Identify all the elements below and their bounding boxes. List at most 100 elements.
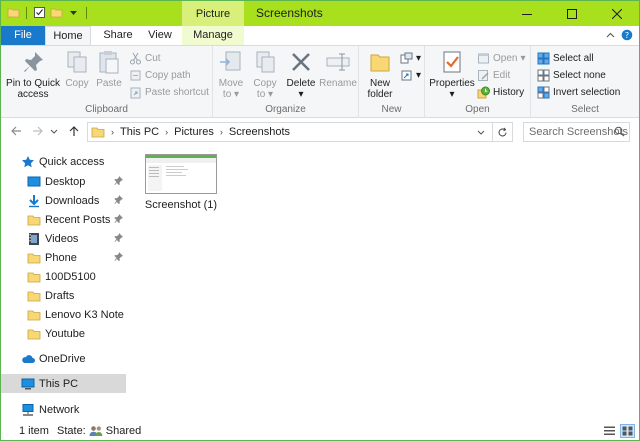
new-group: New folder ▾ ▾ New xyxy=(359,46,425,118)
nav-item-100d5100[interactable]: 100D5100 xyxy=(1,267,126,286)
large-icons-view-button[interactable] xyxy=(620,424,635,438)
select-group-label: Select xyxy=(571,104,599,115)
new-folder-icon[interactable] xyxy=(50,6,63,19)
ribbon-controls: ? xyxy=(606,29,633,41)
customize-dropdown-icon[interactable] xyxy=(67,6,80,19)
breadcrumb-pictures[interactable]: Pictures xyxy=(174,126,214,138)
cut-button[interactable]: Cut xyxy=(129,50,161,66)
copy-path-button[interactable]: Copy path xyxy=(129,67,191,83)
tab-file[interactable]: File xyxy=(1,26,45,45)
nav-quick-access[interactable]: Quick access xyxy=(1,152,126,171)
back-button[interactable] xyxy=(9,124,23,138)
minimize-button[interactable] xyxy=(504,1,549,26)
screenshot-preview-graphic xyxy=(146,155,216,191)
select-none-button[interactable]: Select none xyxy=(537,67,606,83)
tab-view[interactable]: View xyxy=(141,26,179,45)
paste-label: Paste xyxy=(96,78,122,89)
recent-locations-button[interactable] xyxy=(49,124,59,138)
file-name: Screenshot (1) xyxy=(144,199,218,211)
nav-label: Videos xyxy=(45,232,79,245)
nav-item-youtube[interactable]: Youtube xyxy=(1,324,126,343)
copy-to-button[interactable]: Copy to ▾ xyxy=(249,49,281,100)
breadcrumb-this-pc[interactable]: This PC xyxy=(120,126,159,138)
nav-label: Phone xyxy=(45,251,77,264)
copy-button[interactable]: Copy xyxy=(63,49,91,89)
pin-icon[interactable] xyxy=(114,195,123,204)
close-button[interactable] xyxy=(594,1,639,26)
open-icon xyxy=(478,53,489,63)
star-icon xyxy=(22,155,34,167)
move-to-label-line1: Move xyxy=(218,78,244,89)
search-icon xyxy=(614,126,625,137)
properties-button[interactable]: Properties ▾ xyxy=(429,49,475,100)
tab-manage[interactable]: Manage xyxy=(182,26,244,45)
dropdown-arrow-icon: ▾ xyxy=(298,89,304,100)
nav-item-desktop[interactable]: Desktop xyxy=(1,172,126,191)
invert-selection-label: Invert selection xyxy=(553,86,621,98)
easy-access-icon xyxy=(401,70,412,80)
state-label: State: xyxy=(57,425,86,437)
forward-button[interactable] xyxy=(31,124,45,138)
tab-home[interactable]: Home xyxy=(45,26,91,46)
delete-button[interactable]: Delete ▾ xyxy=(285,49,317,100)
collapse-ribbon-icon[interactable] xyxy=(606,31,615,40)
paste-button[interactable]: Paste xyxy=(94,49,124,89)
history-icon xyxy=(477,86,490,98)
nav-item-downloads[interactable]: Downloads xyxy=(1,191,126,210)
properties-check-icon[interactable] xyxy=(33,6,46,19)
breadcrumb-separator-icon: › xyxy=(165,127,169,137)
rename-button[interactable]: Rename xyxy=(319,49,357,89)
folder-icon xyxy=(91,127,105,138)
folder-icon[interactable] xyxy=(7,6,20,19)
nav-item-drafts[interactable]: Drafts xyxy=(1,286,126,305)
up-button[interactable] xyxy=(67,124,81,138)
address-bar[interactable]: › This PC › Pictures › Screenshots xyxy=(87,122,513,142)
invert-selection-button[interactable]: Invert selection xyxy=(537,84,620,100)
pin-icon[interactable] xyxy=(114,252,123,261)
select-all-button[interactable]: Select all xyxy=(537,50,594,66)
nav-item-videos[interactable]: Videos xyxy=(1,229,126,248)
file-item[interactable]: Screenshot (1) xyxy=(144,154,218,211)
new-item-button[interactable]: ▾ xyxy=(400,50,421,66)
pin-to-quick-access-button[interactable]: Pin to Quick access xyxy=(5,49,61,100)
pin-icon[interactable] xyxy=(114,214,123,223)
history-label: History xyxy=(493,86,525,98)
nav-item-lenovo-k3-note[interactable]: Lenovo K3 Note xyxy=(1,305,126,324)
details-view-button[interactable] xyxy=(602,424,617,438)
history-button[interactable]: History xyxy=(477,84,524,100)
nav-item-phone[interactable]: Phone xyxy=(1,248,126,267)
dropdown-arrow-icon: ▾ xyxy=(268,89,274,100)
new-folder-button[interactable]: New folder xyxy=(363,49,397,100)
pin-icon[interactable] xyxy=(114,176,123,185)
video-film-icon xyxy=(29,232,39,245)
select-none-icon xyxy=(537,69,550,81)
nav-item-recent-posts[interactable]: Recent Posts xyxy=(1,210,126,229)
move-to-button[interactable]: Move to ▾ xyxy=(215,49,247,100)
rename-label: Rename xyxy=(319,78,357,89)
dropdown-arrow-icon: ▾ xyxy=(520,52,526,64)
nav-network[interactable]: Network xyxy=(1,400,126,419)
breadcrumb-screenshots[interactable]: Screenshots xyxy=(229,126,290,138)
refresh-button[interactable] xyxy=(492,123,512,141)
pin-label-line1: Pin to Quick xyxy=(6,78,60,89)
paste-shortcut-button[interactable]: Paste shortcut xyxy=(129,84,209,100)
nav-this-pc[interactable]: This PC xyxy=(1,374,126,393)
nav-onedrive[interactable]: OneDrive xyxy=(1,349,126,368)
copy-to-label-line2: to xyxy=(256,89,266,100)
select-group: Select all Select none Invert selection … xyxy=(531,46,639,118)
address-history-dropdown[interactable] xyxy=(474,123,488,141)
search-input[interactable]: Search Screenshots xyxy=(523,122,630,142)
folder-icon xyxy=(27,310,41,320)
help-icon[interactable]: ? xyxy=(621,29,633,41)
easy-access-button[interactable]: ▾ xyxy=(400,67,421,83)
quick-access-toolbar xyxy=(7,6,89,19)
pin-icon[interactable] xyxy=(114,233,123,242)
navigation-pane: Quick access Desktop Downloads Recent Po… xyxy=(1,146,127,422)
maximize-button[interactable] xyxy=(549,1,594,26)
edit-button[interactable]: Edit xyxy=(477,67,510,83)
organize-group-label: Organize xyxy=(265,104,306,115)
open-button[interactable]: Open ▾ xyxy=(477,50,526,66)
tab-share[interactable]: Share xyxy=(97,26,139,45)
nav-label: This PC xyxy=(39,377,79,390)
new-folder-label-line1: New xyxy=(369,78,390,89)
